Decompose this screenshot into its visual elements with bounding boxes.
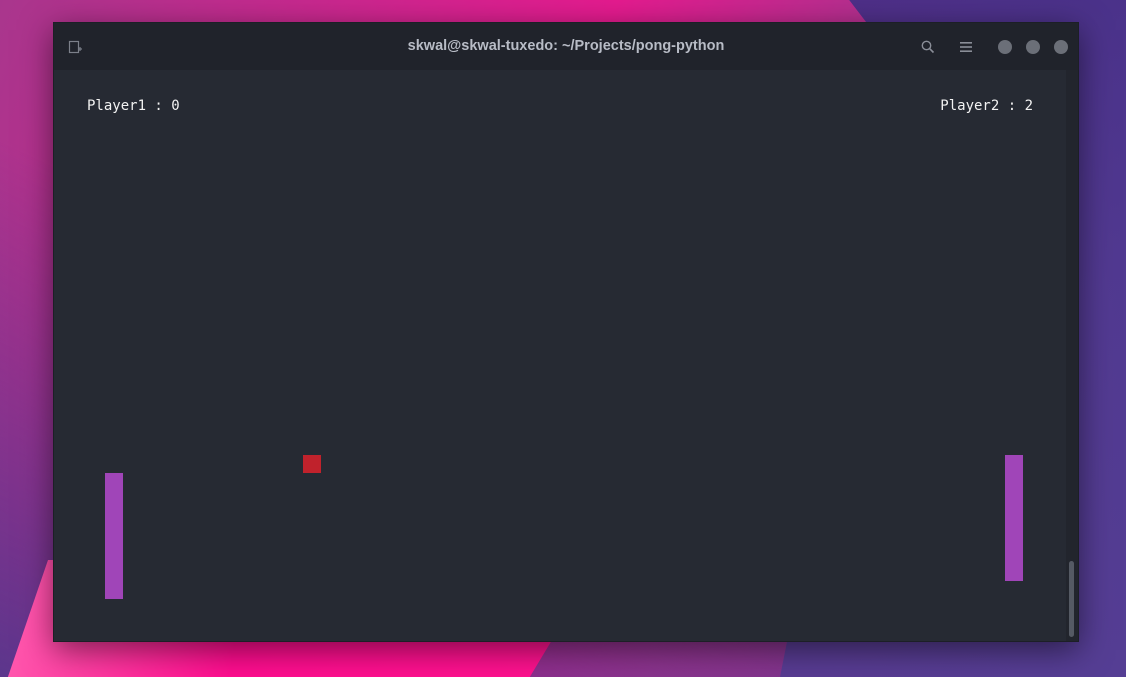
title-bar[interactable]: skwal@skwal-tuxedo: ~/Projects/pong-pyth… — [54, 23, 1078, 71]
player1-paddle — [105, 473, 123, 599]
pong-game-area[interactable]: Player1 : 0 Player2 : 2 — [54, 70, 1066, 641]
hamburger-menu-icon[interactable] — [958, 39, 974, 55]
close-button[interactable] — [1054, 40, 1068, 54]
player2-score: Player2 : 2 — [940, 98, 1033, 114]
player2-paddle — [1005, 455, 1023, 581]
search-icon[interactable] — [920, 39, 936, 55]
terminal-window: skwal@skwal-tuxedo: ~/Projects/pong-pyth… — [53, 22, 1079, 642]
player1-score: Player1 : 0 — [87, 98, 180, 114]
maximize-button[interactable] — [1026, 40, 1040, 54]
ball — [303, 455, 321, 473]
scrollbar-thumb[interactable] — [1069, 561, 1074, 637]
minimize-button[interactable] — [998, 40, 1012, 54]
scrollbar[interactable] — [1066, 70, 1078, 641]
